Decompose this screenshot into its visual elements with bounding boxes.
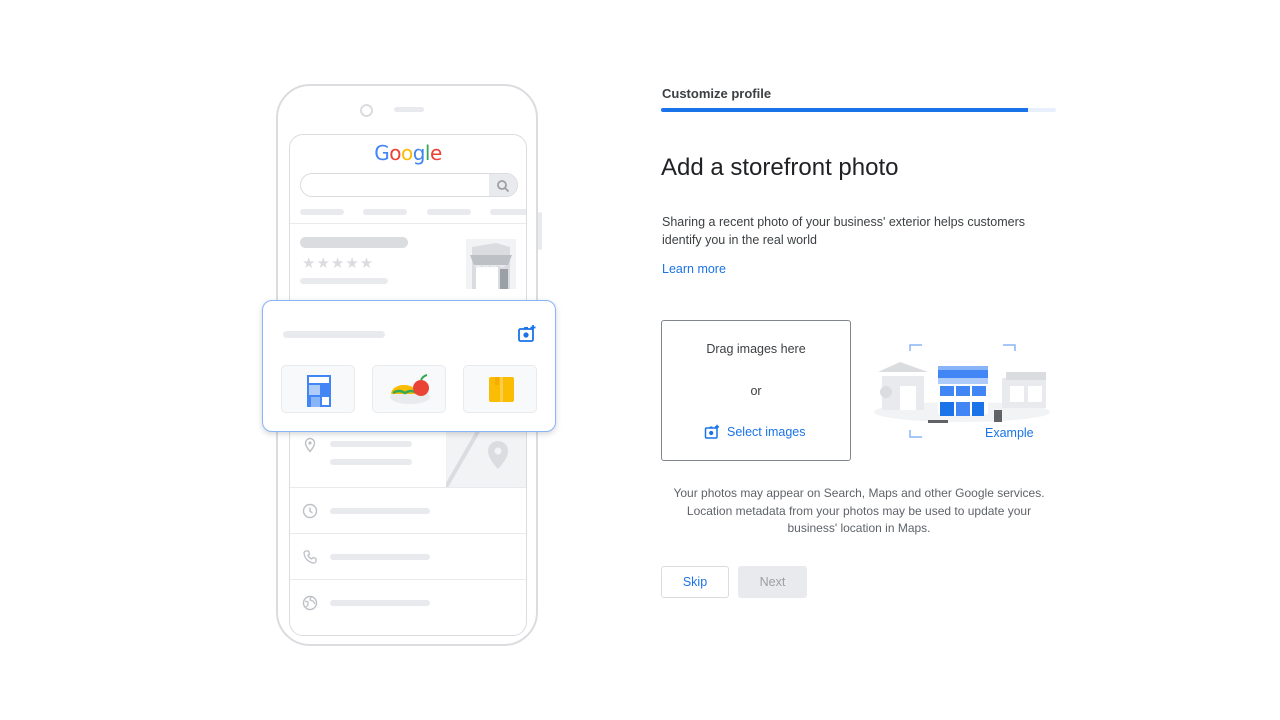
logo-letter: e — [429, 141, 442, 165]
filter-chip — [363, 209, 407, 215]
rating-stars: ★★★★★ — [302, 255, 375, 272]
divider — [290, 533, 526, 534]
progress-bar — [661, 108, 1056, 112]
phone-side-button — [538, 212, 542, 250]
photo-thumbnail-storefront — [281, 365, 355, 413]
progress-bar-fill — [661, 108, 1029, 112]
photo-thumbnail-box — [463, 365, 537, 413]
placeholder-bar — [330, 441, 412, 447]
logo-letter: g — [412, 141, 426, 165]
location-pin-icon — [304, 437, 316, 453]
logo-letter: o — [400, 141, 413, 165]
dropzone-or-text: or — [750, 384, 762, 398]
clock-icon — [302, 503, 318, 519]
skip-button[interactable]: Skip — [661, 566, 729, 598]
placeholder-bar — [330, 600, 430, 606]
learn-more-link[interactable]: Learn more — [662, 262, 726, 276]
filter-chip — [427, 209, 471, 215]
divider — [290, 487, 526, 488]
search-icon — [489, 174, 517, 196]
phone-icon — [303, 550, 317, 564]
select-images-button[interactable]: Select images — [704, 424, 806, 440]
storefront-icon — [466, 239, 516, 289]
divider — [290, 223, 526, 224]
select-images-label: Select images — [727, 425, 806, 439]
logo-letter: G — [374, 141, 390, 165]
placeholder-bar — [330, 459, 412, 465]
phone-camera — [360, 104, 373, 117]
logo-letter: o — [389, 141, 401, 165]
google-logo: Google — [290, 141, 526, 165]
filter-chip — [300, 209, 344, 215]
photo-usage-notice: Your photos may appear on Search, Maps a… — [673, 486, 1045, 535]
example-link[interactable]: Example — [985, 426, 1034, 440]
placeholder-bar — [300, 278, 388, 284]
search-bar-illustration — [300, 173, 518, 197]
divider — [290, 579, 526, 580]
photo-thumbnail-food — [372, 365, 446, 413]
add-photo-icon — [704, 424, 720, 439]
add-photo-icon — [518, 325, 536, 342]
page-description: Sharing a recent photo of your business'… — [662, 215, 1025, 247]
filter-chip — [490, 209, 526, 215]
dropzone-drag-text: Drag images here — [706, 342, 806, 356]
placeholder-bar — [283, 331, 385, 338]
step-label: Customize profile — [662, 86, 772, 101]
globe-icon — [302, 595, 318, 611]
image-dropzone[interactable]: Drag images here or Select images — [661, 320, 851, 461]
photos-card-illustration — [262, 300, 556, 432]
phone-speaker — [394, 107, 424, 112]
placeholder-bar — [330, 508, 430, 514]
placeholder-bar — [330, 554, 430, 560]
page-title: Add a storefront photo — [661, 154, 899, 181]
placeholder-title-bar — [300, 237, 408, 248]
next-button[interactable]: Next — [738, 566, 807, 598]
